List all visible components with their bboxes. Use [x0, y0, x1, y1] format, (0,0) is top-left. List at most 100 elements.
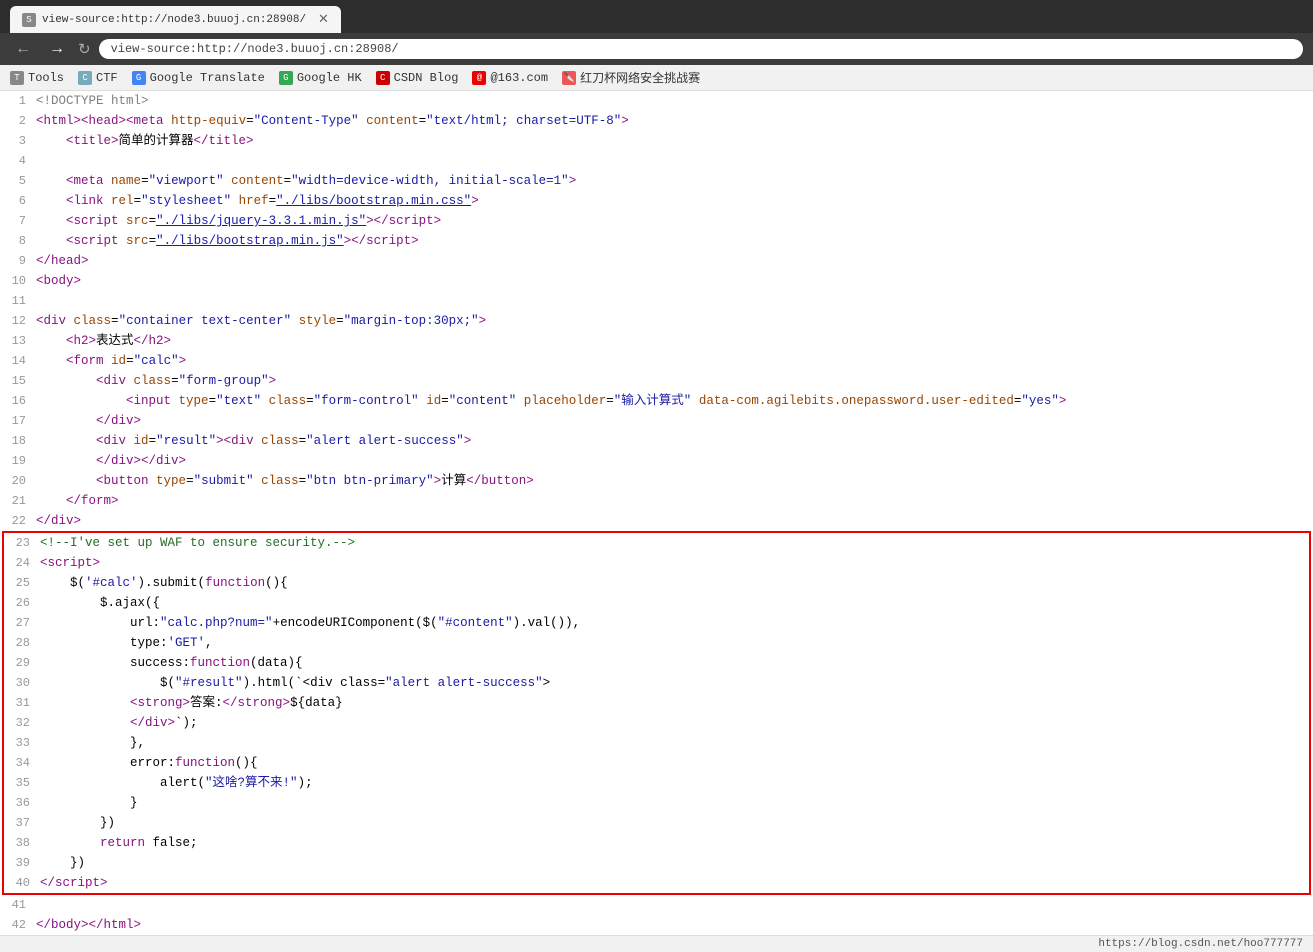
line-number: 9	[0, 251, 36, 271]
code-content: <strong>答案:</strong>${data}	[40, 693, 1309, 713]
tab-bar: S view-source:http://node3.buuoj.cn:2890…	[0, 0, 1313, 33]
code-line: 19 </div></div>	[0, 451, 1313, 471]
line-number: 11	[0, 291, 36, 311]
bookmark-google-hk-label: Google HK	[297, 71, 362, 85]
code-line: 3 <title>简单的计算器</title>	[0, 131, 1313, 151]
status-text: https://blog.csdn.net/hoo777777	[1098, 938, 1303, 950]
code-line: 10<body>	[0, 271, 1313, 291]
active-tab[interactable]: S view-source:http://node3.buuoj.cn:2890…	[10, 6, 341, 33]
line-number: 22	[0, 511, 36, 531]
google-hk-icon: G	[279, 71, 293, 85]
line-number: 6	[0, 191, 36, 211]
highlighted-code-line: 31 <strong>答案:</strong>${data}	[4, 693, 1309, 713]
line-number: 18	[0, 431, 36, 451]
line-number: 24	[4, 553, 40, 573]
code-line: 4	[0, 151, 1313, 171]
line-number: 17	[0, 411, 36, 431]
code-content: <meta name="viewport" content="width=dev…	[36, 171, 1313, 191]
after-code-container: 4142</body></html>	[0, 895, 1313, 935]
code-content: <title>简单的计算器</title>	[36, 131, 1313, 151]
line-number: 15	[0, 371, 36, 391]
line-number: 21	[0, 491, 36, 511]
line-number: 4	[0, 151, 36, 171]
bookmark-163[interactable]: @ @163.com	[472, 71, 548, 85]
code-content: </form>	[36, 491, 1313, 511]
highlighted-code-line: 32 </div>`);	[4, 713, 1309, 733]
code-line: 11	[0, 291, 1313, 311]
highlighted-code-line: 36 }	[4, 793, 1309, 813]
code-content: <button type="submit" class="btn btn-pri…	[36, 471, 1313, 491]
highlighted-code-line: 40</script>	[4, 873, 1309, 893]
code-content: </div>	[36, 411, 1313, 431]
line-number: 12	[0, 311, 36, 331]
csdn-icon: C	[376, 71, 390, 85]
highlighted-code-line: 39 })	[4, 853, 1309, 873]
bookmark-tools[interactable]: T Tools	[10, 71, 64, 85]
highlighted-code-line: 35 alert("这啥?算不来!");	[4, 773, 1309, 793]
forward-button[interactable]: →	[44, 38, 70, 60]
code-line: 20 <button type="submit" class="btn btn-…	[0, 471, 1313, 491]
bookmark-csdn[interactable]: C CSDN Blog	[376, 71, 459, 85]
code-content: </div>	[36, 511, 1313, 531]
highlighted-code-line: 30 $("#result").html(`<div class="alert …	[4, 673, 1309, 693]
highlighted-code-line: 37 })	[4, 813, 1309, 833]
address-text: view-source:http://node3.buuoj.cn:28908/	[111, 42, 399, 56]
highlighted-code-line: 38 return false;	[4, 833, 1309, 853]
tools-icon: T	[10, 71, 24, 85]
code-line: 16 <input type="text" class="form-contro…	[0, 391, 1313, 411]
tab-label: view-source:http://node3.buuoj.cn:28908/	[42, 14, 306, 26]
code-content: <!DOCTYPE html>	[36, 91, 1313, 111]
back-button[interactable]: ←	[10, 38, 36, 60]
tab-close-icon[interactable]: ✕	[318, 12, 329, 27]
bookmark-tools-label: Tools	[28, 71, 64, 85]
line-number: 19	[0, 451, 36, 471]
code-content: })	[40, 853, 1309, 873]
code-content: </div>`);	[40, 713, 1309, 733]
nav-bar: ← → ↻ view-source:http://node3.buuoj.cn:…	[0, 33, 1313, 65]
highlighted-code-line: 24<script>	[4, 553, 1309, 573]
line-number: 40	[4, 873, 40, 893]
code-content: alert("这啥?算不来!");	[40, 773, 1309, 793]
line-number: 28	[4, 633, 40, 653]
code-content: return false;	[40, 833, 1309, 853]
line-number: 16	[0, 391, 36, 411]
highlighted-code-line: 29 success:function(data){	[4, 653, 1309, 673]
highlighted-code-line: 34 error:function(){	[4, 753, 1309, 773]
bookmark-contest[interactable]: 🔪 红刀杯网络安全挑战赛	[562, 69, 700, 86]
bookmark-csdn-label: CSDN Blog	[394, 71, 459, 85]
code-line: 15 <div class="form-group">	[0, 371, 1313, 391]
line-number: 39	[4, 853, 40, 873]
line-number: 29	[4, 653, 40, 673]
status-bar: https://blog.csdn.net/hoo777777	[0, 935, 1313, 952]
code-line: 42</body></html>	[0, 915, 1313, 935]
163-icon: @	[472, 71, 486, 85]
bookmark-google-hk[interactable]: G Google HK	[279, 71, 362, 85]
code-content: </div></div>	[36, 451, 1313, 471]
reload-button[interactable]: ↻	[78, 40, 91, 58]
code-line: 2<html><head><meta http-equiv="Content-T…	[0, 111, 1313, 131]
line-number: 31	[4, 693, 40, 713]
line-number: 23	[4, 533, 40, 553]
code-content: </body></html>	[36, 915, 1313, 935]
code-line: 12<div class="container text-center" sty…	[0, 311, 1313, 331]
line-number: 20	[0, 471, 36, 491]
line-number: 13	[0, 331, 36, 351]
code-content: <link rel="stylesheet" href="./libs/boot…	[36, 191, 1313, 211]
code-content: $.ajax({	[40, 593, 1309, 613]
address-bar[interactable]: view-source:http://node3.buuoj.cn:28908/	[99, 39, 1303, 59]
tab-favicon: S	[22, 13, 36, 27]
line-number: 7	[0, 211, 36, 231]
highlighted-code-line: 33 },	[4, 733, 1309, 753]
highlighted-code-line: 25 $('#calc').submit(function(){	[4, 573, 1309, 593]
bookmark-google-translate[interactable]: G Google Translate	[132, 71, 265, 85]
line-number: 8	[0, 231, 36, 251]
code-content: <html><head><meta http-equiv="Content-Ty…	[36, 111, 1313, 131]
code-content: <input type="text" class="form-control" …	[36, 391, 1313, 411]
line-number: 26	[4, 593, 40, 613]
code-container: 1<!DOCTYPE html>2<html><head><meta http-…	[0, 91, 1313, 531]
bookmark-google-translate-label: Google Translate	[150, 71, 265, 85]
code-content: }	[40, 793, 1309, 813]
code-line: 14 <form id="calc">	[0, 351, 1313, 371]
highlighted-code-line: 28 type:'GET',	[4, 633, 1309, 653]
bookmark-ctf[interactable]: C CTF	[78, 71, 118, 85]
